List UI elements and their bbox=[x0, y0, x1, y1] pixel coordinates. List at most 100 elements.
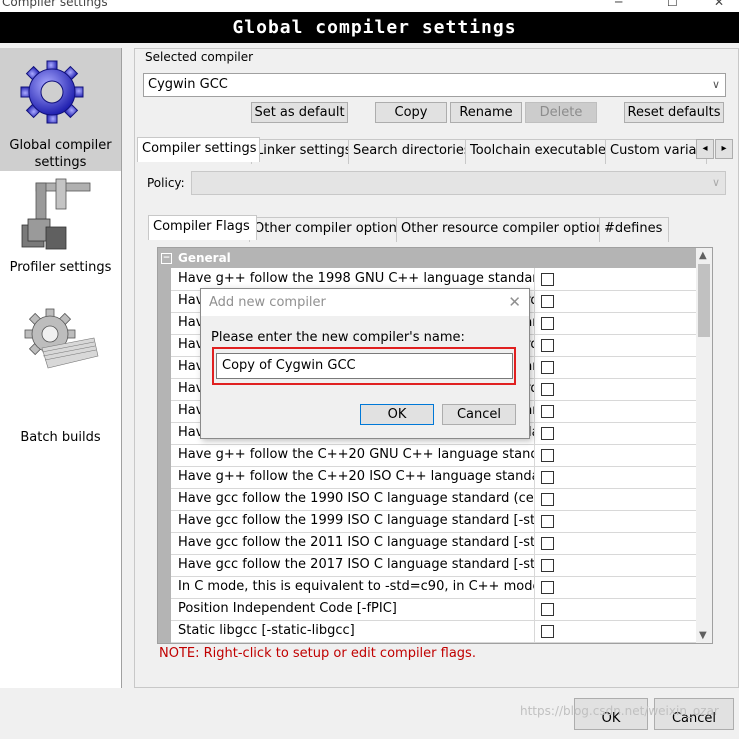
window-title: Compiler settings bbox=[2, 0, 108, 9]
flag-checkbox[interactable] bbox=[541, 383, 554, 396]
flag-row[interactable]: Have g++ follow the C++20 ISO C++ langua… bbox=[171, 466, 698, 489]
main-tab-bar: Compiler settings Linker settings Search… bbox=[137, 137, 737, 164]
copy-button[interactable]: Copy bbox=[375, 102, 447, 123]
column-divider bbox=[534, 422, 535, 444]
tab-scroll-right-icon[interactable]: ▸ bbox=[715, 139, 733, 159]
flag-row[interactable]: Have g++ follow the C++20 GNU C++ langua… bbox=[171, 444, 698, 467]
flag-row[interactable]: Static libgcc [-static-libgcc] bbox=[171, 620, 698, 643]
tab-other-resource-compiler-options[interactable]: Other resource compiler options bbox=[396, 217, 608, 242]
tab-scroll-left-icon[interactable]: ◂ bbox=[696, 139, 714, 159]
compiler-name-input[interactable]: Copy of Cygwin GCC bbox=[216, 353, 513, 379]
sidebar: Global compiler settings Profiler settin… bbox=[0, 48, 122, 688]
tab-linker-settings[interactable]: Linker settings bbox=[251, 139, 357, 164]
delete-button[interactable]: Delete bbox=[525, 102, 597, 123]
sidebar-item-label: Profiler settings bbox=[9, 260, 112, 275]
column-divider bbox=[534, 620, 535, 642]
add-compiler-dialog: Add new compiler ✕ Please enter the new … bbox=[200, 288, 530, 439]
flag-checkbox[interactable] bbox=[541, 515, 554, 528]
policy-label: Policy: bbox=[147, 176, 185, 190]
column-divider bbox=[534, 532, 535, 554]
tab-compiler-settings[interactable]: Compiler settings bbox=[137, 137, 260, 162]
column-divider bbox=[534, 444, 535, 466]
page-banner: Global compiler settings bbox=[0, 12, 739, 43]
selected-compiler-dropdown[interactable]: Cygwin GCC ∨ bbox=[143, 73, 726, 97]
batch-gear-icon bbox=[24, 308, 99, 369]
tab-search-directories[interactable]: Search directories bbox=[348, 139, 474, 164]
flag-checkbox[interactable] bbox=[541, 273, 554, 286]
flag-checkbox[interactable] bbox=[541, 339, 554, 352]
window-title-bar: Compiler settings ─ ☐ ✕ bbox=[0, 0, 739, 12]
flag-row[interactable]: Have gcc follow the 1999 ISO C language … bbox=[171, 510, 698, 533]
flag-row[interactable]: Position Independent Code [-fPIC] bbox=[171, 598, 698, 621]
dialog-prompt: Please enter the new compiler's name: bbox=[211, 330, 465, 345]
flag-checkbox[interactable] bbox=[541, 581, 554, 594]
column-divider bbox=[534, 290, 535, 312]
dialog-ok-button[interactable]: OK bbox=[360, 404, 434, 425]
flag-checkbox[interactable] bbox=[541, 471, 554, 484]
flag-label: In C mode, this is equivalent to -std=c9… bbox=[178, 579, 534, 594]
flag-row[interactable]: In C mode, this is equivalent to -std=c9… bbox=[171, 576, 698, 599]
flag-checkbox[interactable] bbox=[541, 405, 554, 418]
flag-checkbox[interactable] bbox=[541, 427, 554, 440]
tab-custom-variables[interactable]: Custom variab bbox=[605, 139, 707, 164]
tab-other-compiler-options[interactable]: Other compiler options bbox=[249, 217, 405, 242]
column-divider bbox=[534, 268, 535, 290]
flag-checkbox[interactable] bbox=[541, 537, 554, 550]
grid-scrollbar[interactable]: ▲ ▼ bbox=[696, 248, 712, 643]
flag-label: Have gcc follow the 2017 ISO C language … bbox=[178, 557, 534, 572]
flag-row[interactable]: Have gcc follow the 2011 ISO C language … bbox=[171, 532, 698, 555]
sidebar-item-profiler[interactable]: Profiler settings bbox=[0, 173, 121, 283]
flag-label: Have gcc follow the 1999 ISO C language … bbox=[178, 513, 534, 528]
flag-row[interactable]: Have gcc follow the 2017 ISO C language … bbox=[171, 554, 698, 577]
selected-compiler-label: Selected compiler bbox=[145, 50, 254, 64]
selected-compiler-value: Cygwin GCC bbox=[148, 77, 228, 92]
set-as-default-button[interactable]: Set as default bbox=[251, 102, 348, 123]
tab-defines[interactable]: #defines bbox=[599, 217, 669, 242]
column-divider bbox=[534, 400, 535, 422]
sidebar-item-label: Batch builds bbox=[20, 430, 101, 445]
column-divider bbox=[534, 312, 535, 334]
column-divider bbox=[534, 334, 535, 356]
reset-defaults-button[interactable]: Reset defaults bbox=[624, 102, 724, 123]
column-divider bbox=[534, 510, 535, 532]
flag-checkbox[interactable] bbox=[541, 493, 554, 506]
category-label: General bbox=[178, 251, 231, 265]
flag-checkbox[interactable] bbox=[541, 603, 554, 616]
dialog-close-icon[interactable]: ✕ bbox=[508, 293, 521, 311]
policy-dropdown[interactable]: ∨ bbox=[191, 171, 726, 195]
flag-row[interactable]: Have gcc follow the 1990 ISO C language … bbox=[171, 488, 698, 511]
category-general[interactable]: − General bbox=[158, 248, 698, 268]
minimize-icon[interactable]: ─ bbox=[615, 0, 622, 9]
sidebar-item-batch-builds[interactable]: Batch builds bbox=[0, 288, 121, 445]
grid-gutter bbox=[158, 248, 171, 643]
maximize-icon[interactable]: ☐ bbox=[667, 0, 678, 9]
gear-icon bbox=[20, 60, 84, 124]
flag-label: Have gcc follow the 2011 ISO C language … bbox=[178, 535, 534, 550]
sub-tab-bar: Compiler Flags Other compiler options Ot… bbox=[148, 215, 669, 242]
chevron-down-icon: ∨ bbox=[711, 78, 720, 91]
dialog-cancel-button[interactable]: Cancel bbox=[442, 404, 516, 425]
collapse-icon[interactable]: − bbox=[161, 253, 172, 264]
banner-title: Global compiler settings bbox=[232, 17, 517, 38]
tab-toolchain-executables[interactable]: Toolchain executables bbox=[465, 139, 614, 164]
flag-label: Have g++ follow the C++20 ISO C++ langua… bbox=[178, 469, 534, 484]
tab-compiler-flags[interactable]: Compiler Flags bbox=[148, 215, 257, 240]
caliper-icon bbox=[21, 178, 91, 250]
flag-checkbox[interactable] bbox=[541, 317, 554, 330]
flag-checkbox[interactable] bbox=[541, 295, 554, 308]
close-icon[interactable]: ✕ bbox=[714, 0, 724, 9]
column-divider bbox=[534, 466, 535, 488]
scroll-up-icon[interactable]: ▲ bbox=[699, 250, 707, 261]
flag-checkbox[interactable] bbox=[541, 361, 554, 374]
flag-checkbox[interactable] bbox=[541, 559, 554, 572]
note-text: NOTE: Right-click to setup or edit compi… bbox=[159, 646, 476, 661]
column-divider bbox=[534, 598, 535, 620]
sidebar-item-global-compiler[interactable]: Global compiler settings bbox=[0, 48, 121, 171]
flag-checkbox[interactable] bbox=[541, 625, 554, 638]
scrollbar-thumb[interactable] bbox=[698, 264, 710, 337]
flag-label: Have g++ follow the C++20 GNU C++ langua… bbox=[178, 447, 534, 462]
flag-checkbox[interactable] bbox=[541, 449, 554, 462]
column-divider bbox=[534, 554, 535, 576]
scroll-down-icon[interactable]: ▼ bbox=[699, 630, 707, 641]
rename-button[interactable]: Rename bbox=[450, 102, 522, 123]
